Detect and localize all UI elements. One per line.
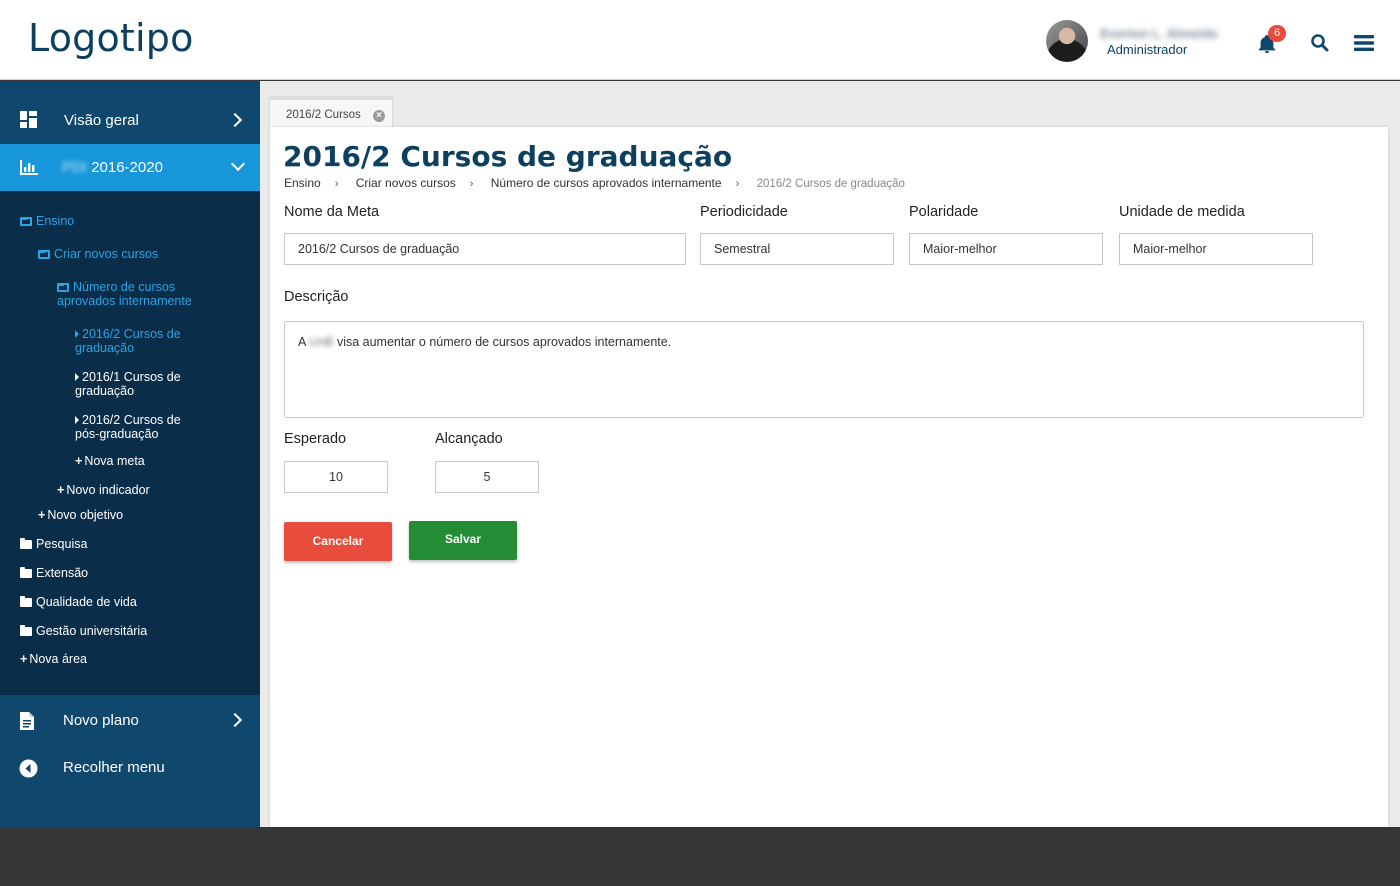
plus-icon: + bbox=[57, 483, 65, 497]
search-icon[interactable] bbox=[1310, 33, 1330, 53]
polaridade-label: Polaridade bbox=[909, 204, 979, 220]
chevron-right-icon bbox=[227, 112, 243, 128]
tree-area-pesquisa[interactable]: Pesquisa bbox=[20, 537, 87, 551]
nome-meta-label: Nome da Meta bbox=[284, 204, 380, 220]
descricao-text: visa aumentar o número de cursos aprovad… bbox=[336, 335, 672, 349]
sidebar-item-label: Novo plano bbox=[63, 712, 139, 729]
folder-open-icon bbox=[57, 283, 69, 292]
plus-icon: + bbox=[20, 652, 28, 666]
tree-area-qualidade[interactable]: Qualidade de vida bbox=[20, 595, 137, 609]
nome-meta-input[interactable]: 2016/2 Cursos de graduação bbox=[284, 233, 686, 265]
add-objective-link[interactable]: + Novo objetivo bbox=[38, 508, 123, 522]
chevron-down-icon bbox=[230, 156, 246, 172]
dashboard-icon bbox=[20, 111, 37, 128]
sidebar-item-new-plan[interactable]: Novo plano bbox=[0, 695, 260, 743]
top-header: Logotipo Everton L. Almeida Administrado… bbox=[0, 0, 1400, 80]
folder-open-icon bbox=[38, 250, 50, 259]
page-title: 2016/2 Cursos de graduação bbox=[283, 140, 733, 173]
user-role: Administrador bbox=[1107, 42, 1188, 57]
sidebar-item-overview[interactable]: Visão geral bbox=[0, 81, 260, 144]
chevron-right-icon: › bbox=[334, 178, 339, 190]
breadcrumb-link[interactable]: Número de cursos aprovados internamente bbox=[491, 176, 722, 190]
save-button[interactable]: Salvar bbox=[409, 521, 517, 560]
add-area-link[interactable]: + Nova área bbox=[20, 652, 87, 666]
sidebar-tree: Ensino Criar novos cursos Número de curs… bbox=[0, 191, 260, 695]
tab-label: 2016/2 Cursos bbox=[286, 109, 361, 121]
esperado-input[interactable]: 10 bbox=[284, 461, 388, 493]
folder-icon bbox=[20, 625, 32, 636]
bar-chart-icon bbox=[20, 160, 38, 175]
sidebar-item-label: Visão geral bbox=[64, 112, 139, 129]
sidebar-item-label: Recolher menu bbox=[63, 759, 165, 776]
periodicidade-label: Periodicidade bbox=[700, 204, 788, 220]
breadcrumb: Ensino › Criar novos cursos › Número de cu… bbox=[284, 176, 919, 190]
caret-right-icon bbox=[75, 330, 79, 338]
tree-area-ensino[interactable]: Ensino bbox=[20, 214, 74, 228]
user-name[interactable]: Everton L. Almeida bbox=[1100, 26, 1217, 41]
sidebar-bottom: Novo plano Recolher menu bbox=[0, 695, 260, 827]
tree-meta[interactable]: 2016/2 Cursos de pós-graduação bbox=[75, 413, 205, 441]
descricao-textarea[interactable]: A UnB visa aumentar o número de cursos a… bbox=[284, 321, 1364, 418]
breadcrumb-current: 2016/2 Cursos de graduação bbox=[756, 178, 905, 190]
unidade-label: Unidade de medida bbox=[1119, 204, 1245, 220]
alcancado-label: Alcançado bbox=[435, 431, 503, 447]
collapse-menu-button[interactable]: Recolher menu bbox=[0, 745, 260, 793]
polaridade-select[interactable]: Maior-melhor bbox=[909, 233, 1103, 265]
sidebar-item-plan[interactable]: PDI 2016-2020 bbox=[0, 144, 260, 191]
esperado-label: Esperado bbox=[284, 431, 347, 447]
hamburger-menu-icon[interactable] bbox=[1353, 33, 1375, 53]
descricao-label: Descrição bbox=[284, 289, 349, 305]
tree-indicator-numero[interactable]: Número de cursos aprovados internamente bbox=[57, 280, 217, 308]
folder-icon bbox=[20, 596, 32, 607]
collapse-left-icon bbox=[19, 759, 38, 778]
tab-current[interactable]: 2016/2 Cursos × bbox=[270, 97, 392, 127]
document-icon bbox=[20, 712, 34, 730]
plan-period: 2016-2020 bbox=[91, 159, 163, 176]
cancel-button[interactable]: Cancelar bbox=[284, 522, 392, 561]
alcancado-input[interactable]: 5 bbox=[435, 461, 539, 493]
close-icon[interactable]: × bbox=[373, 110, 385, 122]
folder-icon bbox=[20, 567, 32, 578]
caret-right-icon bbox=[75, 416, 79, 424]
tree-meta[interactable]: 2016/1 Cursos de graduação bbox=[75, 370, 205, 398]
descricao-prefix: A bbox=[298, 335, 306, 349]
chevron-right-icon bbox=[227, 712, 243, 728]
plus-icon: + bbox=[75, 454, 83, 468]
tree-meta-active[interactable]: 2016/2 Cursos de graduação bbox=[75, 327, 205, 355]
plan-name-hidden: PDI bbox=[62, 159, 88, 176]
sidebar: Visão geral PDI 2016-2020 Ensino Criar n… bbox=[0, 81, 260, 827]
notification-badge: 6 bbox=[1268, 25, 1286, 42]
add-meta-link[interactable]: + Nova meta bbox=[75, 454, 145, 468]
tree-area-extensao[interactable]: Extensão bbox=[20, 566, 88, 580]
tree-objective-criar[interactable]: Criar novos cursos bbox=[38, 247, 158, 261]
user-avatar[interactable] bbox=[1046, 20, 1088, 62]
tree-area-gestao[interactable]: Gestão universitária bbox=[20, 624, 147, 638]
add-indicator-link[interactable]: + Novo indicador bbox=[57, 483, 150, 497]
breadcrumb-link[interactable]: Criar novos cursos bbox=[356, 176, 456, 190]
caret-right-icon bbox=[75, 373, 79, 381]
folder-icon bbox=[20, 538, 32, 549]
breadcrumb-link[interactable]: Ensino bbox=[284, 176, 321, 190]
logo[interactable]: Logotipo bbox=[28, 16, 194, 60]
chevron-right-icon: › bbox=[735, 178, 740, 190]
unidade-select[interactable]: Maior-melhor bbox=[1119, 233, 1313, 265]
descricao-hidden: UnB bbox=[309, 335, 334, 349]
plus-icon: + bbox=[38, 508, 46, 522]
periodicidade-select[interactable]: Semestral bbox=[700, 233, 894, 265]
folder-open-icon bbox=[20, 217, 32, 226]
chevron-right-icon: › bbox=[469, 178, 474, 190]
